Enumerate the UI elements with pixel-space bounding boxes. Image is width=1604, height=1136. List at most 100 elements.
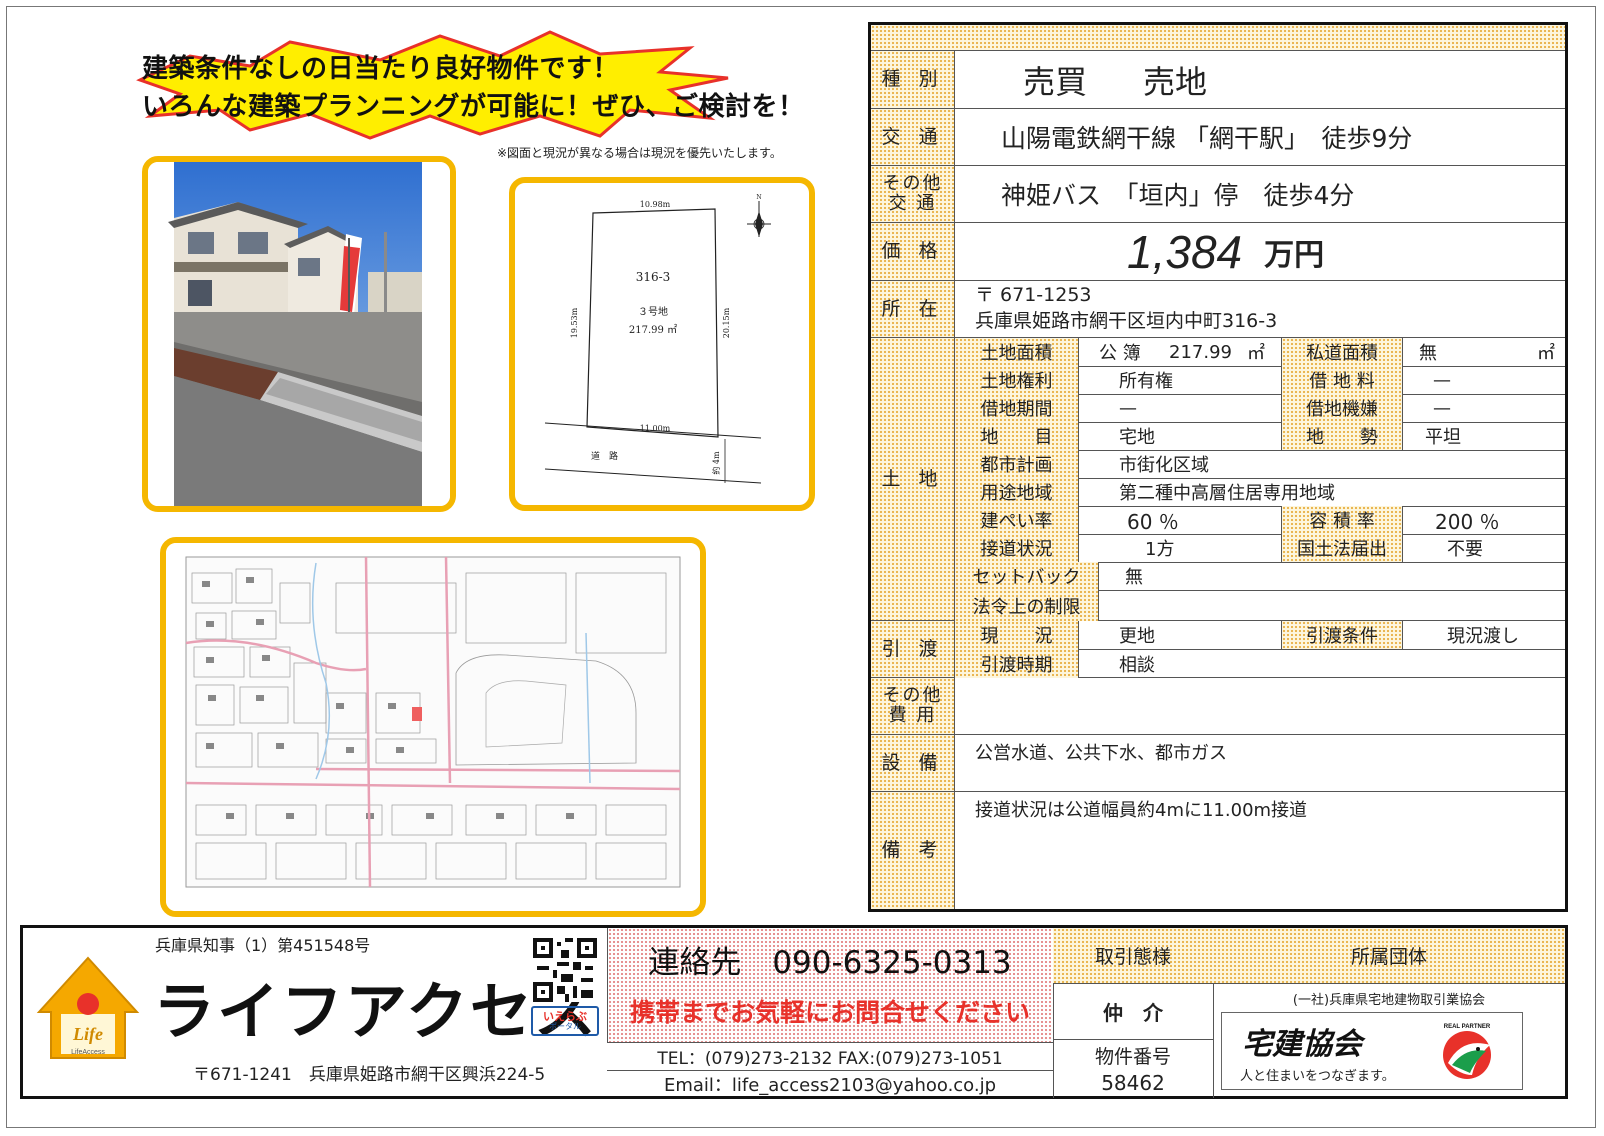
real-partner-label: REAL PARTNER xyxy=(1444,1024,1491,1030)
price-label: 価 格 xyxy=(871,223,955,280)
lot-name: ３号地 xyxy=(638,305,668,318)
far-value: 200 ％ xyxy=(1435,509,1500,534)
row-other-transport: その他 交 通 神姫バス 「垣内」停 徒歩4分 xyxy=(871,166,1565,223)
row-transport: 交 通 山陽電鉄網干線 「網干駅」 徒歩9分 xyxy=(871,109,1565,166)
property-location-marker xyxy=(412,707,422,721)
type-label: 種 別 xyxy=(871,51,955,108)
lot-plan-diagram: 10.98m 11.00m 19.53m 20.15m 316-3 ３号地 21… xyxy=(544,194,771,484)
contact-phone[interactable]: 連絡先 090-6325-0313 xyxy=(607,934,1053,984)
facility-label: 設 備 xyxy=(871,735,955,791)
logo-text-life: Life xyxy=(72,1024,103,1044)
facility-value: 公営水道、公共下水、都市ガス xyxy=(975,743,1227,764)
takken-logo-box: 宅建協会 人と住まいをつなぎます。 REAL PARTNER xyxy=(1221,1012,1523,1090)
area-map xyxy=(166,543,700,911)
current-status-label: 現 況 xyxy=(955,621,1079,649)
terrain-label: 地 勢 xyxy=(1281,422,1403,450)
tel-fax: TEL：(079)273-2132 FAX:(079)273-1051 xyxy=(657,1048,1003,1069)
notify-label: 国土法届出 xyxy=(1281,534,1403,562)
terrain-value: 平坦 xyxy=(1425,427,1461,448)
real-partner-bird-icon: REAL PARTNER xyxy=(1443,1024,1491,1079)
bottom-width: 11.00m xyxy=(640,424,671,433)
headline-line-2: いろんな建築プランニングが可能に！ぜひ、ご検討を！ xyxy=(142,92,805,122)
lease-period-value: — xyxy=(1119,397,1137,419)
footer: 兵庫県知事（1）第451548号 Life LifeAccess ライフアクセス… xyxy=(20,925,1568,1099)
type-value-sale: 売買 xyxy=(1023,62,1088,101)
land-area-value: 217.99 xyxy=(1169,341,1232,363)
row-land: 土 地 土地面積 公 簿 217.99 ㎡ 私道面積 無 ㎡ 土地権利 所有権 … xyxy=(871,338,1565,621)
city-plan-label: 都市計画 xyxy=(955,450,1079,478)
land-area-unit: ㎡ xyxy=(1247,343,1265,364)
right-depth: 20.15m xyxy=(722,307,731,338)
other-cost-label-1: その他 xyxy=(882,685,943,707)
lease-agency-value: — xyxy=(1433,397,1451,419)
transaction-label: 取引態様 xyxy=(1053,928,1213,984)
type-value-land: 売地 xyxy=(1143,62,1208,101)
transaction-value: 仲 介 xyxy=(1053,984,1213,1040)
postal-code: 〒 671-1253 xyxy=(975,284,1092,307)
email-link[interactable]: Email：life_access2103@yahoo.co.jp xyxy=(607,1070,1053,1098)
lease-agency-label: 借地機嫌 xyxy=(1281,394,1403,422)
qr-code-icon xyxy=(533,938,597,1002)
land-right-label: 土地権利 xyxy=(955,366,1079,394)
city-plan-value: 市街化区域 xyxy=(1119,455,1209,476)
property-number-value: 58462 xyxy=(1101,1071,1165,1095)
price-unit: 万円 xyxy=(1264,237,1325,273)
road-width: 約 4m xyxy=(711,451,721,475)
category-label: 地 目 xyxy=(955,422,1079,450)
area-map-frame xyxy=(160,537,706,917)
handover-timing-value: 相談 xyxy=(1119,654,1155,676)
lot-area: 217.99 ㎡ xyxy=(629,324,677,336)
lease-fee-label: 借 地 料 xyxy=(1281,366,1403,394)
address-text: 兵庫県姫路市網干区垣内中町316-3 xyxy=(975,310,1278,332)
other-transport-label-1: その他 xyxy=(882,173,943,195)
association-label: 所属団体 xyxy=(1213,928,1565,984)
property-info-table: 種 別 売買 売地 交 通 山陽電鉄網干線 「網干駅」 徒歩9分 その他 交 通… xyxy=(868,22,1568,912)
contact-note: 携帯までお気軽にお問合せください xyxy=(629,998,1030,1027)
zoning-value: 第二種中高層住居専用地域 xyxy=(1119,483,1335,504)
logo-text-lifeaccess: LifeAccess xyxy=(71,1049,105,1056)
ieraboo-badge[interactable]: いえらぶ ポータル xyxy=(531,1006,599,1036)
row-handover: 引 渡 現 況 更地 引渡条件 現況渡し 引渡時期 相談 xyxy=(871,621,1565,678)
association-name: (一社)兵庫県宅地建物取引業協会 xyxy=(1292,992,1486,1008)
private-road-label: 私道面積 xyxy=(1281,338,1403,366)
land-right-value: 所有権 xyxy=(1119,371,1173,392)
land-area-type: 公 簿 xyxy=(1099,343,1141,364)
company-logo-icon: Life LifeAccess xyxy=(36,956,140,1059)
other-cost-label-2: 費 用 xyxy=(888,705,937,726)
zoning-label: 用途地域 xyxy=(955,478,1079,506)
row-other-cost: その他 費 用 xyxy=(871,678,1565,735)
row-remarks: 備 考 接道状況は公道幅員約4mに11.00m接道 xyxy=(871,792,1565,909)
takken-sub-text: 人と住まいをつなぎます。 xyxy=(1240,1069,1395,1084)
notify-value: 不要 xyxy=(1447,539,1483,560)
land-area-label: 土地面積 xyxy=(955,338,1079,366)
lease-fee-value: — xyxy=(1433,369,1451,391)
row-address: 所 在 〒 671-1253 兵庫県姫路市網干区垣内中町316-3 xyxy=(871,281,1565,338)
handover-condition-value: 現況渡し xyxy=(1447,626,1519,647)
remarks-label: 備 考 xyxy=(871,792,955,909)
category-value: 宅地 xyxy=(1119,427,1155,448)
price-number: 1,384 xyxy=(1127,225,1243,278)
company-address: 〒671-1241 兵庫県姫路市網干区興浜224-5 xyxy=(193,1065,546,1085)
current-status-value: 更地 xyxy=(1119,626,1155,647)
table-top-band xyxy=(871,25,1565,51)
other-transport-value: 神姫バス 「垣内」停 徒歩4分 xyxy=(1001,181,1355,210)
land-label: 土 地 xyxy=(871,338,955,620)
coverage-label: 建ぺい率 xyxy=(955,506,1079,534)
coverage-value: 60 ％ xyxy=(1127,509,1179,534)
other-cost-value xyxy=(955,678,1565,734)
takken-logo-text: 宅建協会 xyxy=(1242,1027,1362,1062)
remarks-value: 接道状況は公道幅員約4mに11.00m接道 xyxy=(975,800,1308,821)
left-depth: 19.53m xyxy=(570,307,579,338)
disclaimer-note: ※図面と現況が異なる場合は現況を優先いたします。 xyxy=(497,146,782,160)
road-access-label: 接道状況 xyxy=(955,534,1079,562)
transport-value: 山陽電鉄網干線 「網干駅」 徒歩9分 xyxy=(1001,124,1413,153)
headline-burst xyxy=(136,30,729,140)
property-number-label: 物件番号 xyxy=(1094,1045,1171,1068)
setback-value: 無 xyxy=(1125,567,1143,588)
private-road-value: 無 xyxy=(1419,343,1437,364)
lot-number: 316-3 xyxy=(636,270,671,284)
legal-label: 法令上の制限 xyxy=(955,590,1099,621)
row-facility: 設 備 公営水道、公共下水、都市ガス xyxy=(871,735,1565,792)
handover-label: 引 渡 xyxy=(871,621,955,677)
site-photo xyxy=(148,162,450,506)
